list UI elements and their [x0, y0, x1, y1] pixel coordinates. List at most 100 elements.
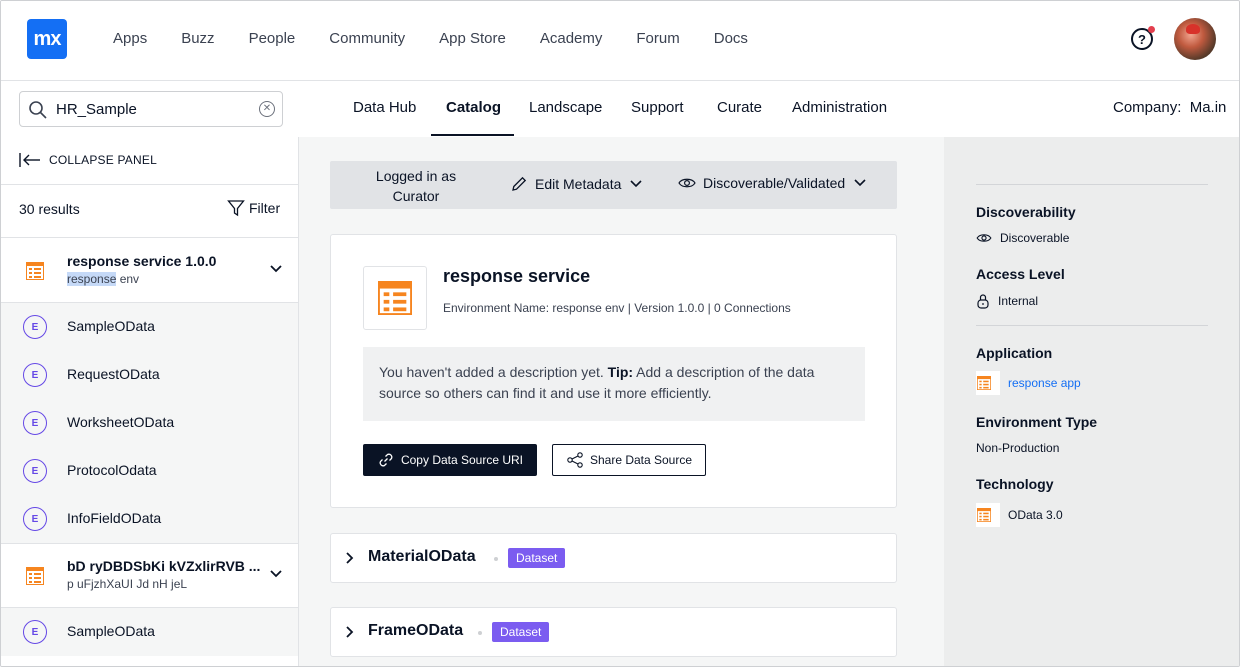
details-panel: Discoverability Discoverable Access Leve… — [944, 137, 1239, 666]
link-icon — [379, 453, 393, 467]
chevron-down-icon — [854, 179, 866, 187]
nav-link-apps[interactable]: Apps — [113, 30, 147, 47]
search-icon — [29, 101, 47, 119]
app-icon — [976, 371, 1000, 395]
tab-administration[interactable]: Administration — [792, 99, 887, 116]
service-title: bD ryDBDSbKi kVZxlirRVB ... — [67, 558, 261, 574]
entity-icon: E — [23, 620, 47, 644]
dataset-tag: Dataset — [492, 622, 550, 642]
tab-support[interactable]: Support — [631, 99, 684, 116]
technology-heading: Technology — [976, 476, 1054, 492]
clear-search-icon[interactable]: ✕ — [259, 101, 275, 117]
filter-button[interactable]: Filter — [227, 199, 280, 217]
nav-link-docs[interactable]: Docs — [714, 30, 748, 47]
tab-landscape[interactable]: Landscape — [529, 99, 602, 116]
lock-icon — [977, 294, 989, 309]
notification-dot — [1148, 26, 1155, 33]
entity-icon: E — [23, 315, 47, 339]
divider — [1, 184, 298, 185]
help-glyph: ? — [1138, 31, 1146, 47]
edit-metadata-dropdown[interactable]: Edit Metadata — [510, 175, 643, 193]
company-value[interactable]: Ma.in — [1190, 99, 1227, 116]
company-indicator: Company: Ma.in — [1113, 99, 1226, 116]
copy-data-source-uri-button[interactable]: Copy Data Source URI — [363, 444, 537, 476]
curator-action-bar: Logged in as Curator Edit Metadata Disco… — [330, 161, 897, 209]
nav-link-buzz[interactable]: Buzz — [181, 30, 214, 47]
discoverability-dropdown[interactable]: Discoverable/Validated — [678, 175, 867, 191]
service-icon — [378, 281, 412, 315]
access-level-value: Internal — [976, 293, 1038, 309]
environment-type-value: Non-Production — [976, 441, 1060, 455]
discoverability-value: Discoverable — [976, 231, 1069, 245]
eye-icon — [976, 234, 992, 242]
dataset-accordion[interactable]: FrameOData Dataset — [330, 607, 897, 657]
results-count: 30 results — [19, 201, 80, 217]
entity-list-item[interactable]: E RequestOData — [1, 351, 298, 399]
tab-catalog[interactable]: Catalog — [446, 99, 501, 116]
separator-dot — [494, 557, 498, 561]
eye-icon — [678, 178, 696, 188]
tab-data-hub[interactable]: Data Hub — [353, 99, 416, 116]
entity-list-item[interactable]: E ProtocolOdata — [1, 447, 298, 495]
chevron-right-icon — [346, 626, 354, 638]
data-source-title: response service — [443, 266, 591, 286]
entity-list-item[interactable]: E WorksheetOData — [1, 399, 298, 447]
nav-link-app-store[interactable]: App Store — [439, 30, 506, 47]
pencil-icon — [512, 176, 527, 191]
filter-icon — [227, 200, 245, 217]
mendix-logo[interactable]: mx — [27, 19, 67, 59]
application-heading: Application — [976, 345, 1053, 361]
nav-link-forum[interactable]: Forum — [636, 30, 679, 47]
share-data-source-button[interactable]: Share Data Source — [552, 444, 706, 476]
service-icon — [26, 567, 44, 585]
application-link[interactable]: response app — [1008, 376, 1081, 390]
chevron-down-icon[interactable] — [269, 569, 283, 579]
technology-value: OData 3.0 — [976, 503, 1063, 527]
access-level-text: Internal — [998, 294, 1039, 308]
technology-icon — [976, 503, 1000, 527]
nav-link-academy[interactable]: Academy — [540, 30, 603, 47]
tab-curate[interactable]: Curate — [717, 99, 762, 116]
service-environment-rest: env — [116, 272, 140, 286]
entity-list-item[interactable]: E InfoFieldOData — [1, 495, 298, 543]
description-text: You haven't added a description yet. — [379, 364, 608, 380]
entity-name: RequestOData — [67, 366, 160, 382]
entity-name: WorksheetOData — [67, 414, 175, 430]
service-result-item[interactable]: bD ryDBDSbKi kVZxlirRVB ... p uFjzhXaUI … — [1, 544, 298, 608]
entity-icon: E — [23, 411, 47, 435]
technology-text: OData 3.0 — [1008, 508, 1063, 522]
entity-name: SampleOData — [67, 623, 155, 639]
tip-label: Tip: — [607, 364, 634, 380]
collapse-arrow-icon — [19, 153, 40, 167]
divider — [1, 237, 298, 238]
share-icon — [567, 452, 583, 468]
collapse-panel-button[interactable]: COLLAPSE PANEL — [19, 151, 157, 169]
search-box: ✕ — [19, 91, 283, 127]
dataset-name: FrameOData — [368, 622, 464, 639]
secondary-navigation: Data Hub Catalog Landscape Support Curat… — [299, 81, 1239, 137]
divider — [976, 184, 1208, 185]
entity-icon: E — [23, 507, 47, 531]
edit-metadata-label: Edit Metadata — [535, 176, 622, 192]
entity-list-item[interactable]: E SampleOData — [1, 608, 298, 656]
entity-name: ProtocolOdata — [67, 462, 157, 478]
discoverability-text: Discoverable — [1000, 231, 1070, 245]
dataset-tag: Dataset — [508, 548, 566, 568]
share-label: Share Data Source — [589, 453, 693, 467]
dataset-accordion[interactable]: MaterialOData Dataset — [330, 533, 897, 583]
chevron-down-icon[interactable] — [269, 264, 283, 274]
nav-link-people[interactable]: People — [249, 30, 296, 47]
discoverability-label: Discoverable/Validated — [703, 175, 846, 191]
collapse-panel-label: COLLAPSE PANEL — [49, 153, 157, 167]
avatar[interactable] — [1174, 18, 1216, 60]
active-tab-indicator — [431, 134, 514, 136]
help-icon[interactable]: ? — [1131, 26, 1155, 50]
service-icon — [26, 262, 44, 280]
top-navigation: mx Apps Buzz People Community App Store … — [1, 1, 1239, 81]
search-input[interactable] — [56, 98, 246, 120]
entity-list-item[interactable]: E SampleOData — [1, 303, 298, 351]
access-level-heading: Access Level — [976, 266, 1065, 282]
service-result-item[interactable]: response service 1.0.0 response env — [1, 239, 298, 303]
nav-link-community[interactable]: Community — [329, 30, 405, 47]
main-content: Logged in as Curator Edit Metadata Disco… — [299, 137, 944, 666]
